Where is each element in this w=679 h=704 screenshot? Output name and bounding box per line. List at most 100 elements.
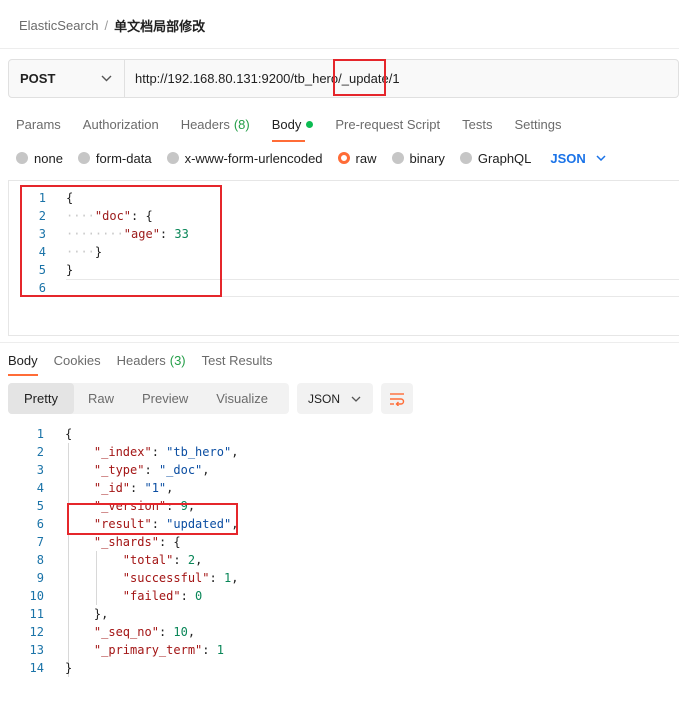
breadcrumb: ElasticSearch / 单文档局部修改 <box>19 16 205 34</box>
line-number: 14 <box>29 661 44 675</box>
code-text: "_type": "_doc", <box>93 463 210 477</box>
tab-pre-request-script[interactable]: Pre-request Script <box>335 113 440 135</box>
tab-body-label: Body <box>271 116 302 132</box>
tab-authorization[interactable]: Authorization <box>83 113 159 135</box>
radio-circle <box>16 152 28 164</box>
line-number: 13 <box>29 643 44 657</box>
line-number: 8 <box>36 553 44 567</box>
radio-none[interactable]: none <box>16 151 63 166</box>
line-number: 12 <box>29 625 44 639</box>
request-bar: POST http://192.168.80.131:9200/tb_hero/… <box>8 59 679 98</box>
tab-tests[interactable]: Tests <box>462 113 492 135</box>
tab-settings-label: Settings <box>514 116 562 132</box>
radio-graphql[interactable]: GraphQL <box>459 151 531 166</box>
response-tabs: Body Cookies Headers (3) Test Results <box>8 351 288 376</box>
code-text: ····"doc": { <box>66 209 153 223</box>
tab-headers-label: Headers <box>180 116 230 132</box>
url-input[interactable]: http://192.168.80.131:9200/tb_hero/_upda… <box>125 60 678 97</box>
editor-line: 4 ····} <box>9 243 679 261</box>
radio-circle <box>166 152 179 164</box>
response-line: 9 "successful": 1, <box>8 569 679 587</box>
code-text: { <box>65 427 73 441</box>
body-format-select[interactable]: JSON <box>550 150 606 166</box>
editor-line: 2 ····"doc": { <box>9 207 679 225</box>
code-text: "successful": 1, <box>122 571 239 585</box>
line-number: 3 <box>38 227 46 241</box>
response-line: 14} <box>8 659 679 677</box>
line-number: 5 <box>38 263 46 277</box>
response-format-select[interactable]: JSON <box>297 383 373 414</box>
radio-raw[interactable]: raw <box>337 150 377 166</box>
view-visualize-button[interactable]: Visualize <box>202 383 282 414</box>
chevron-down-icon <box>101 75 112 82</box>
radio-none-label: none <box>34 150 63 166</box>
tab-body[interactable]: Body <box>271 113 314 142</box>
code-text: "_id": "1", <box>93 481 174 495</box>
wrap-lines-icon <box>390 392 405 406</box>
view-preview-button[interactable]: Preview <box>128 383 202 414</box>
response-line: 4 "_id": "1", <box>8 479 679 497</box>
tab-pre-request-label: Pre-request Script <box>335 116 441 132</box>
tab-params[interactable]: Params <box>16 113 61 135</box>
radio-form-data-label: form-data <box>95 150 152 166</box>
resp-tab-cookies-label: Cookies <box>53 352 101 368</box>
tab-settings[interactable]: Settings <box>514 113 561 135</box>
resp-tab-body[interactable]: Body <box>8 353 38 376</box>
radio-binary[interactable]: binary <box>391 151 445 166</box>
method-label: POST <box>20 71 56 86</box>
editor-line: 3 ········"age": 33 <box>9 225 679 243</box>
response-line: 7 "_shards": { <box>8 533 679 551</box>
tab-tests-label: Tests <box>462 116 493 132</box>
response-format-label: JSON <box>308 391 341 406</box>
line-number: 7 <box>36 535 44 549</box>
tab-params-label: Params <box>16 116 61 132</box>
resp-tab-test-results[interactable]: Test Results <box>202 353 273 368</box>
radio-circle <box>77 152 90 164</box>
response-line: 13 "_primary_term": 1 <box>8 641 679 659</box>
resp-tab-test-results-label: Test Results <box>201 352 273 368</box>
breadcrumb-current[interactable]: 单文档局部修改 <box>114 16 205 35</box>
radio-circle-checked <box>337 152 350 164</box>
tab-authorization-label: Authorization <box>82 116 159 132</box>
line-number: 2 <box>36 445 44 459</box>
line-number: 1 <box>36 427 44 441</box>
response-line: 3 "_type": "_doc", <box>8 461 679 479</box>
response-body-viewer: 1 { 2 "_index": "tb_hero", 3 "_type": "_d… <box>8 425 679 679</box>
request-body-editor[interactable]: 1 { 2 ····"doc": { 3 ········"age": 33 4… <box>8 180 679 336</box>
radio-urlencoded-label: x-www-form-urlencoded <box>184 150 323 166</box>
code-text: "result": "updated", <box>93 517 239 531</box>
radio-urlencoded[interactable]: x-www-form-urlencoded <box>166 150 323 166</box>
line-number: 4 <box>38 245 46 259</box>
radio-circle <box>391 152 404 164</box>
code-text: "total": 2, <box>122 553 203 567</box>
response-line: 12 "_seq_no": 10, <box>8 623 679 641</box>
line-number: 5 <box>36 499 44 513</box>
code-text: "_primary_term": 1 <box>93 643 224 657</box>
radio-form-data[interactable]: form-data <box>77 150 152 166</box>
response-line: 6 "result": "updated", <box>8 515 679 533</box>
radio-circle <box>459 152 472 164</box>
line-number: 1 <box>38 191 46 205</box>
breadcrumb-parent[interactable]: ElasticSearch <box>19 18 98 33</box>
radio-raw-label: raw <box>355 150 377 166</box>
editor-line: 5 } <box>9 261 679 279</box>
wrap-lines-button[interactable] <box>381 383 413 414</box>
response-line: 5 "_version": 9, <box>8 497 679 515</box>
method-select[interactable]: POST <box>9 60 125 97</box>
resp-tab-headers[interactable]: Headers (3) <box>117 353 186 368</box>
resp-tab-cookies[interactable]: Cookies <box>54 353 101 368</box>
active-line-border <box>66 296 679 297</box>
code-text: ····} <box>66 245 103 259</box>
body-format-label: JSON <box>550 150 586 166</box>
line-number: 4 <box>36 481 44 495</box>
chevron-down-icon <box>596 155 606 161</box>
view-raw-button[interactable]: Raw <box>74 383 128 414</box>
code-text: "_index": "tb_hero", <box>93 445 239 459</box>
tab-headers[interactable]: Headers (8) <box>181 113 250 135</box>
header-divider <box>0 48 679 49</box>
response-line: 2 "_index": "tb_hero", <box>8 443 679 461</box>
line-number: 6 <box>38 281 46 295</box>
resp-tab-headers-label: Headers <box>116 352 166 368</box>
response-line: 11 }, <box>8 605 679 623</box>
view-pretty-button[interactable]: Pretty <box>8 383 74 414</box>
